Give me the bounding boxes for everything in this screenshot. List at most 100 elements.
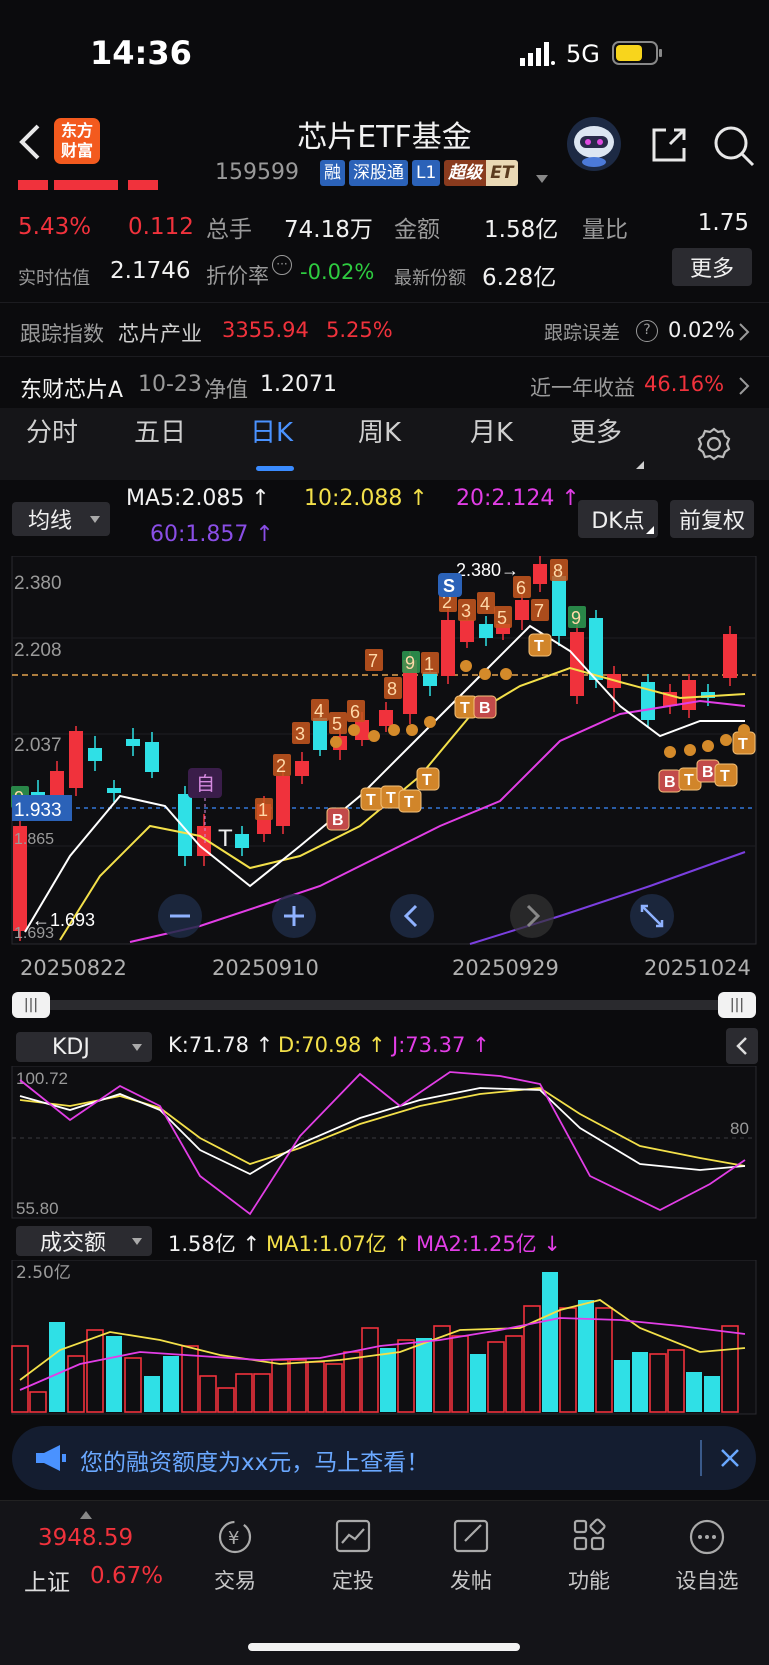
tracking-index-name[interactable]: 芯片产业 (118, 318, 202, 348)
est-label: 实时估值 (18, 268, 90, 289)
range-handle-right[interactable]: ||| (718, 992, 756, 1018)
more-button[interactable]: 更多 (672, 248, 752, 286)
signal-marker-label: T (738, 736, 748, 753)
more-dots-icon (689, 1519, 725, 1555)
fund-name[interactable]: 东财芯片A (20, 372, 123, 404)
signal-dot (424, 716, 436, 728)
tab-intraday[interactable]: 分时 (26, 412, 78, 449)
volume-ma2: MA2:1.25亿 ↓ (416, 1232, 561, 1256)
tracking-index-pct: 5.25% (326, 318, 393, 342)
help-icon[interactable]: ? (636, 320, 658, 342)
kdj-y-label: 100.72 (16, 1069, 68, 1088)
adjust-button[interactable]: 前复权 (670, 500, 754, 538)
sequence-badge-label: 3 (295, 724, 305, 744)
robot-avatar-icon[interactable] (566, 116, 622, 172)
sequence-badge-label: 2 (276, 756, 286, 776)
dropdown-icon[interactable] (536, 168, 548, 183)
range-scrollbar[interactable] (12, 1000, 756, 1010)
sequence-badge-label: 7 (368, 651, 378, 671)
settings-gear-icon[interactable] (696, 426, 732, 462)
candle (88, 748, 102, 761)
search-icon[interactable] (712, 124, 756, 168)
volume-chart[interactable]: 2.50亿 (0, 1260, 769, 1416)
nav-trade[interactable]: ¥ 交易 (180, 1517, 290, 1595)
kdj-selector-label: KDJ (52, 1034, 90, 1060)
signal-sell[interactable]: S (443, 576, 455, 596)
nav-invest[interactable]: 定投 (298, 1517, 408, 1595)
kdj-chart[interactable]: 100.72 80 55.80 (0, 1066, 769, 1220)
price-partial (18, 180, 158, 190)
kdj-selector[interactable]: KDJ (16, 1032, 152, 1062)
bottom-nav: 3948.59 上证 0.67% ¥ 交易 定投 发帖 功能 设自选 (0, 1500, 769, 1665)
volume-ma1: MA1:1.07亿 ↑ (266, 1232, 411, 1256)
chevron-right-icon[interactable] (738, 322, 750, 342)
premium-label: 折价率 (206, 264, 269, 288)
promo-banner[interactable]: 您的融资额度为xx元，马上查看！ (12, 1426, 756, 1490)
kline-current-price-label: 1.933 (14, 800, 62, 821)
index-pct: 0.67% (90, 1563, 164, 1589)
nav-add-watchlist[interactable]: 设自选 (652, 1517, 762, 1595)
est-value: 2.1746 (110, 258, 191, 284)
dropdown-icon (132, 1238, 142, 1245)
collapse-panel-button[interactable] (726, 1028, 758, 1064)
candle (145, 742, 159, 772)
candle (533, 564, 547, 584)
candle (295, 761, 309, 776)
candle (723, 634, 737, 678)
ma-selector[interactable]: 均线 (12, 502, 110, 536)
megaphone-icon (36, 1445, 66, 1471)
signal-dot (720, 734, 732, 746)
candle (313, 718, 327, 750)
sequence-badge-label: 4 (480, 594, 490, 614)
tab-weekly-k[interactable]: 周K (358, 412, 401, 449)
tab-more-caret-icon (636, 454, 644, 469)
tab-monthly-k[interactable]: 月K (470, 412, 513, 449)
candle (515, 600, 529, 620)
dk-point-button[interactable]: DK点 (578, 500, 658, 538)
info-icon[interactable]: ··· (272, 255, 292, 275)
volume-bar (686, 1372, 702, 1412)
signal-marker-label: B (479, 700, 491, 717)
fund-nav: 1.2071 (260, 372, 337, 397)
index-name[interactable]: 上证 (24, 1563, 70, 1597)
candle (107, 788, 121, 793)
tab-daily-k[interactable]: 日K (250, 412, 293, 449)
grid-icon (573, 1518, 606, 1551)
signal-dot (500, 668, 512, 680)
index-value[interactable]: 3948.59 (38, 1525, 133, 1551)
tag-etf[interactable]: ET (486, 160, 518, 186)
sequence-badge-label: 5 (497, 608, 507, 628)
kline-y-label: 2.037 (14, 735, 62, 756)
change-amount: 0.112 (128, 214, 194, 240)
kline-chart[interactable]: 9234567891234567891TTTTTBTBBTBTT 2.380 2… (0, 556, 769, 946)
chevron-right-icon[interactable] (738, 376, 750, 396)
close-icon[interactable] (720, 1448, 740, 1468)
range-handle-left[interactable]: ||| (12, 992, 50, 1018)
candle (682, 680, 696, 710)
share-icon[interactable] (648, 124, 690, 166)
volume-bar (542, 1272, 558, 1412)
volume-label: 总手 (206, 217, 252, 243)
self-select-tag[interactable]: 自 (196, 773, 215, 795)
nav-add-watchlist-label: 设自选 (675, 1569, 739, 1593)
amount-value: 1.58亿 (484, 217, 559, 243)
nav-post[interactable]: 发帖 (416, 1517, 526, 1595)
sequence-badge-label: 7 (534, 601, 544, 621)
tag-super[interactable]: 超级 (444, 160, 487, 186)
tag-margin: 融 (320, 160, 345, 186)
kline-y-label: 2.380 (14, 573, 62, 594)
volume-selector[interactable]: 成交额 (16, 1226, 152, 1256)
signal-marker-label: T (366, 792, 376, 809)
tracking-index-value: 3355.94 (222, 318, 309, 342)
signal-t: T (218, 825, 233, 852)
candle (69, 731, 83, 788)
candle (589, 618, 603, 680)
tab-more[interactable]: 更多 (570, 412, 622, 449)
nav-functions[interactable]: 功能 (534, 1517, 644, 1595)
up-arrow-icon (80, 1511, 92, 1519)
tab-five-day[interactable]: 五日 (134, 412, 186, 449)
kdj-d: D:70.98 ↑ (278, 1033, 386, 1057)
network-type: 5G (566, 40, 600, 68)
sequence-badge-label: 9 (571, 608, 581, 628)
signal-dot (664, 746, 676, 758)
